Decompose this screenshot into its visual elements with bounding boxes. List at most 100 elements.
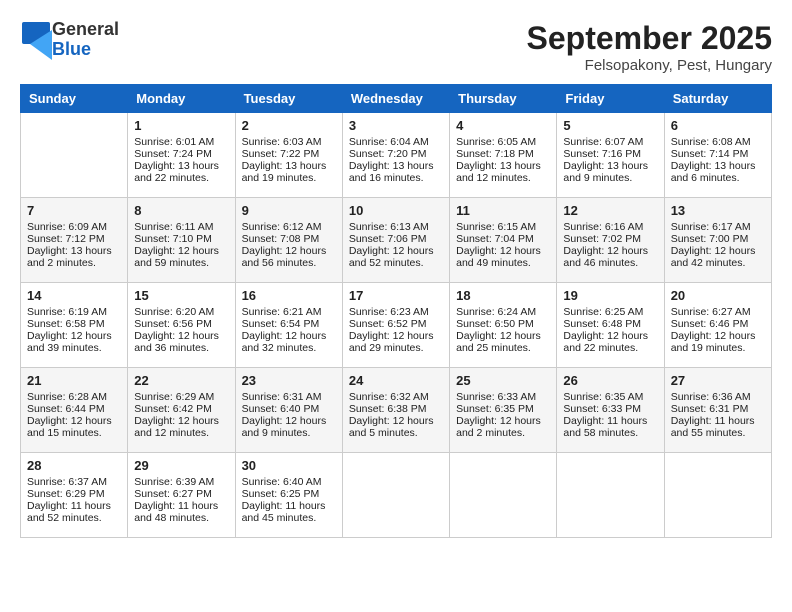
logo: General Blue — [20, 20, 119, 60]
calendar-cell: 17Sunrise: 6:23 AMSunset: 6:52 PMDayligh… — [342, 283, 449, 368]
calendar-cell — [21, 113, 128, 198]
sunrise-text: Sunrise: 6:33 AM — [456, 391, 550, 403]
sunrise-text: Sunrise: 6:21 AM — [242, 306, 336, 318]
sunset-text: Sunset: 6:54 PM — [242, 318, 336, 330]
sunset-text: Sunset: 6:27 PM — [134, 488, 228, 500]
day-number: 21 — [27, 373, 121, 388]
calendar-cell — [450, 453, 557, 538]
daylight-text: Daylight: 12 hours and 2 minutes. — [456, 415, 550, 439]
day-number: 10 — [349, 203, 443, 218]
calendar-cell: 11Sunrise: 6:15 AMSunset: 7:04 PMDayligh… — [450, 198, 557, 283]
calendar-week-row: 7Sunrise: 6:09 AMSunset: 7:12 PMDaylight… — [21, 198, 772, 283]
sunset-text: Sunset: 7:04 PM — [456, 233, 550, 245]
calendar-cell: 1Sunrise: 6:01 AMSunset: 7:24 PMDaylight… — [128, 113, 235, 198]
day-number: 18 — [456, 288, 550, 303]
calendar-week-row: 14Sunrise: 6:19 AMSunset: 6:58 PMDayligh… — [21, 283, 772, 368]
day-number: 15 — [134, 288, 228, 303]
sunrise-text: Sunrise: 6:23 AM — [349, 306, 443, 318]
day-number: 1 — [134, 118, 228, 133]
daylight-text: Daylight: 13 hours and 16 minutes. — [349, 160, 443, 184]
sunset-text: Sunset: 7:00 PM — [671, 233, 765, 245]
title-block: September 2025 Felsopakony, Pest, Hungar… — [527, 20, 772, 74]
daylight-text: Daylight: 12 hours and 15 minutes. — [27, 415, 121, 439]
calendar-cell: 18Sunrise: 6:24 AMSunset: 6:50 PMDayligh… — [450, 283, 557, 368]
daylight-text: Daylight: 11 hours and 55 minutes. — [671, 415, 765, 439]
daylight-text: Daylight: 13 hours and 19 minutes. — [242, 160, 336, 184]
day-number: 16 — [242, 288, 336, 303]
logo-text: General Blue — [52, 20, 119, 60]
daylight-text: Daylight: 13 hours and 9 minutes. — [563, 160, 657, 184]
page-header: General Blue September 2025 Felsopakony,… — [20, 20, 772, 74]
sunset-text: Sunset: 6:25 PM — [242, 488, 336, 500]
day-number: 8 — [134, 203, 228, 218]
day-number: 22 — [134, 373, 228, 388]
day-number: 2 — [242, 118, 336, 133]
sunset-text: Sunset: 6:35 PM — [456, 403, 550, 415]
weekday-header-cell: Saturday — [664, 85, 771, 113]
sunset-text: Sunset: 6:58 PM — [27, 318, 121, 330]
daylight-text: Daylight: 12 hours and 52 minutes. — [349, 245, 443, 269]
weekday-header-cell: Wednesday — [342, 85, 449, 113]
weekday-header-cell: Monday — [128, 85, 235, 113]
calendar-cell: 14Sunrise: 6:19 AMSunset: 6:58 PMDayligh… — [21, 283, 128, 368]
calendar-body: 1Sunrise: 6:01 AMSunset: 7:24 PMDaylight… — [21, 113, 772, 538]
page-subtitle: Felsopakony, Pest, Hungary — [527, 57, 772, 74]
sunrise-text: Sunrise: 6:27 AM — [671, 306, 765, 318]
sunset-text: Sunset: 6:31 PM — [671, 403, 765, 415]
calendar-cell: 25Sunrise: 6:33 AMSunset: 6:35 PMDayligh… — [450, 368, 557, 453]
calendar-cell: 19Sunrise: 6:25 AMSunset: 6:48 PMDayligh… — [557, 283, 664, 368]
weekday-header-row: SundayMondayTuesdayWednesdayThursdayFrid… — [21, 85, 772, 113]
day-number: 30 — [242, 458, 336, 473]
calendar-week-row: 21Sunrise: 6:28 AMSunset: 6:44 PMDayligh… — [21, 368, 772, 453]
sunrise-text: Sunrise: 6:07 AM — [563, 136, 657, 148]
calendar-cell: 22Sunrise: 6:29 AMSunset: 6:42 PMDayligh… — [128, 368, 235, 453]
calendar-cell: 24Sunrise: 6:32 AMSunset: 6:38 PMDayligh… — [342, 368, 449, 453]
day-number: 9 — [242, 203, 336, 218]
day-number: 6 — [671, 118, 765, 133]
sunrise-text: Sunrise: 6:12 AM — [242, 221, 336, 233]
calendar-cell: 10Sunrise: 6:13 AMSunset: 7:06 PMDayligh… — [342, 198, 449, 283]
sunrise-text: Sunrise: 6:35 AM — [563, 391, 657, 403]
calendar-cell: 15 Sunrise: 6:20 AMSunset: 6:56 PMDayligh… — [128, 283, 235, 368]
daylight-text: Daylight: 12 hours and 25 minutes. — [456, 330, 550, 354]
sunset-text: Sunset: 7:08 PM — [242, 233, 336, 245]
sunset-text: Sunset: 7:02 PM — [563, 233, 657, 245]
calendar-cell — [342, 453, 449, 538]
sunrise-text: Sunrise: 6:39 AM — [134, 476, 228, 488]
sunset-text: Sunset: 7:14 PM — [671, 148, 765, 160]
sunrise-text: Sunrise: 6:04 AM — [349, 136, 443, 148]
daylight-text: Daylight: 11 hours and 45 minutes. — [242, 500, 336, 524]
daylight-text: Daylight: 12 hours and 59 minutes. — [134, 245, 228, 269]
logo-icon — [20, 20, 52, 60]
sunset-text: Sunset: 7:16 PM — [563, 148, 657, 160]
sunset-text: Sunset: 6:33 PM — [563, 403, 657, 415]
sunrise-text: Sunrise: 6:24 AM — [456, 306, 550, 318]
sunrise-text: Sunrise: 6:20 AM — [134, 306, 228, 318]
daylight-text: Daylight: 13 hours and 22 minutes. — [134, 160, 228, 184]
sunset-text: Sunset: 6:40 PM — [242, 403, 336, 415]
day-number: 28 — [27, 458, 121, 473]
day-number: 24 — [349, 373, 443, 388]
day-number: 23 — [242, 373, 336, 388]
sunrise-text: Sunrise: 6:11 AM — [134, 221, 228, 233]
calendar-cell: 7Sunrise: 6:09 AMSunset: 7:12 PMDaylight… — [21, 198, 128, 283]
sunset-text: Sunset: 6:42 PM — [134, 403, 228, 415]
calendar-cell: 3Sunrise: 6:04 AMSunset: 7:20 PMDaylight… — [342, 113, 449, 198]
sunrise-text: Sunrise: 6:13 AM — [349, 221, 443, 233]
calendar-cell: 21Sunrise: 6:28 AMSunset: 6:44 PMDayligh… — [21, 368, 128, 453]
sunset-text: Sunset: 7:10 PM — [134, 233, 228, 245]
calendar-cell: 16Sunrise: 6:21 AMSunset: 6:54 PMDayligh… — [235, 283, 342, 368]
calendar-cell: 6Sunrise: 6:08 AMSunset: 7:14 PMDaylight… — [664, 113, 771, 198]
daylight-text: Daylight: 12 hours and 5 minutes. — [349, 415, 443, 439]
sunrise-text: Sunrise: 6:19 AM — [27, 306, 121, 318]
day-number: 19 — [563, 288, 657, 303]
sunset-text: Sunset: 6:56 PM — [134, 318, 228, 330]
sunrise-text: Sunrise: 6:40 AM — [242, 476, 336, 488]
day-number: 11 — [456, 203, 550, 218]
daylight-text: Daylight: 12 hours and 36 minutes. — [134, 330, 228, 354]
day-number: 5 — [563, 118, 657, 133]
logo-general: General — [52, 20, 119, 40]
sunrise-text: Sunrise: 6:16 AM — [563, 221, 657, 233]
sunrise-text: Sunrise: 6:37 AM — [27, 476, 121, 488]
sunset-text: Sunset: 7:24 PM — [134, 148, 228, 160]
